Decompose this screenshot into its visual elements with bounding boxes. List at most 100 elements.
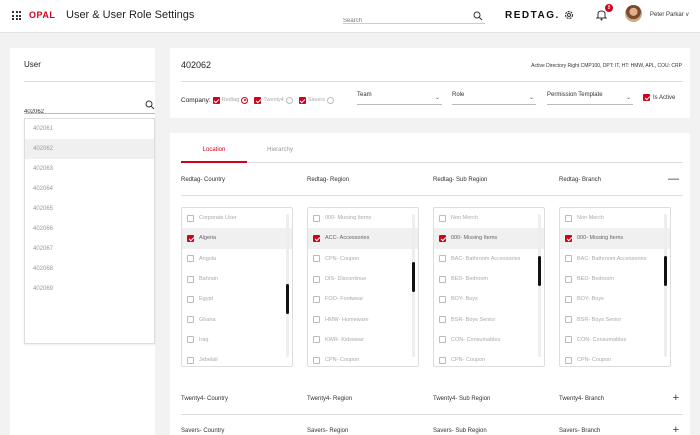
avatar[interactable]	[625, 5, 642, 22]
item-checkbox[interactable]	[439, 336, 446, 344]
permission-template-dropdown[interactable]: Permission Template ⌄	[547, 92, 633, 105]
company-default-radio[interactable]	[241, 96, 249, 104]
user-list-item[interactable]: 402064	[25, 179, 154, 199]
item-checkbox[interactable]	[439, 214, 446, 222]
selection-list-item[interactable]: Non Merch	[434, 208, 544, 228]
item-checkbox[interactable]	[439, 316, 446, 324]
item-checkbox[interactable]	[313, 316, 320, 324]
collapse-icon[interactable]: —	[668, 173, 679, 185]
item-checkbox[interactable]	[565, 295, 572, 303]
item-checkbox[interactable]	[187, 234, 194, 242]
company-checkbox[interactable]	[254, 96, 262, 104]
apps-grid-icon[interactable]	[12, 11, 21, 20]
item-checkbox[interactable]	[187, 295, 194, 303]
item-checkbox[interactable]	[187, 336, 194, 344]
selection-list-item[interactable]: 000- Missing Items	[560, 228, 670, 249]
selection-list-item[interactable]: Bahrain	[182, 269, 292, 289]
selection-list-item[interactable]: Non Merch	[560, 208, 670, 228]
selection-list-item[interactable]: BED- Bedroom	[434, 269, 544, 289]
expand-icon[interactable]: +	[673, 392, 679, 404]
item-checkbox[interactable]	[187, 255, 194, 263]
selection-list-item[interactable]: BOY- Boys	[434, 289, 544, 309]
selection-list-item[interactable]: Corporate User	[182, 208, 292, 228]
selection-list-item[interactable]: CON- Consumables	[434, 330, 544, 350]
selection-list-item[interactable]: CON- Consumables	[560, 330, 670, 350]
user-list-item[interactable]: 402062	[25, 139, 154, 159]
user-list-item[interactable]: 402067	[25, 239, 154, 259]
scrollbar[interactable]	[412, 214, 415, 357]
company-checkbox[interactable]	[212, 96, 220, 104]
item-checkbox[interactable]	[565, 214, 572, 222]
selection-list-item[interactable]: Egypt	[182, 289, 292, 309]
selection-list-item[interactable]: BED- Bedroom	[560, 269, 670, 289]
scrollbar-thumb[interactable]	[664, 256, 667, 286]
tab-location[interactable]: Location	[181, 147, 247, 153]
is-active-toggle[interactable]: Is Active	[643, 94, 675, 101]
user-list-item[interactable]: 402069	[25, 279, 154, 299]
selection-list-item[interactable]: DIS- Discontinue	[308, 269, 418, 289]
selection-list-item[interactable]: KWR- Kidswear	[308, 330, 418, 350]
user-list-item[interactable]: 402061	[25, 119, 154, 139]
scrollbar-thumb[interactable]	[538, 256, 541, 286]
item-checkbox[interactable]	[313, 275, 320, 283]
selection-list-item[interactable]: Ghana	[182, 309, 292, 329]
item-checkbox[interactable]	[439, 275, 446, 283]
item-checkbox[interactable]	[187, 356, 194, 364]
selection-list-item[interactable]: 000- Missing Items	[434, 228, 544, 249]
company-default-radio[interactable]	[326, 96, 334, 104]
item-checkbox[interactable]	[439, 234, 446, 242]
user-list-item[interactable]: 402068	[25, 259, 154, 279]
selection-list-item[interactable]: BSR- Boys Senior	[434, 309, 544, 329]
expand-icon[interactable]: +	[673, 424, 679, 435]
item-checkbox[interactable]	[313, 295, 320, 303]
selection-list-item[interactable]: FOO- Footwear	[308, 289, 418, 309]
selection-list-item[interactable]: CPN- Coupon	[560, 350, 670, 366]
role-dropdown[interactable]: Role ⌄	[452, 92, 536, 105]
selection-list-item[interactable]: CPN- Coupon	[434, 350, 544, 366]
scrollbar[interactable]	[664, 214, 667, 357]
selection-list-item[interactable]: BAC- Bathroom Accessories	[560, 249, 670, 269]
scrollbar[interactable]	[286, 214, 289, 357]
item-checkbox[interactable]	[565, 356, 572, 364]
item-checkbox[interactable]	[187, 316, 194, 324]
item-checkbox[interactable]	[439, 356, 446, 364]
tab-hierarchy[interactable]: Hierarchy	[247, 147, 313, 153]
scrollbar-thumb[interactable]	[412, 262, 415, 292]
item-checkbox[interactable]	[565, 336, 572, 344]
item-checkbox[interactable]	[187, 214, 194, 222]
item-checkbox[interactable]	[565, 275, 572, 283]
item-checkbox[interactable]	[313, 356, 320, 364]
item-checkbox[interactable]	[313, 255, 320, 263]
selection-list-item[interactable]: CPN- Coupon	[308, 249, 418, 269]
item-checkbox[interactable]	[439, 295, 446, 303]
item-checkbox[interactable]	[565, 316, 572, 324]
selection-list-item[interactable]: Jebelali	[182, 350, 292, 366]
user-list-item[interactable]: 402066	[25, 219, 154, 239]
search-icon[interactable]	[145, 100, 155, 110]
scrollbar-thumb[interactable]	[286, 284, 289, 314]
company-default-radio[interactable]	[285, 96, 293, 104]
selection-list-item[interactable]: HMW- Homeware	[308, 309, 418, 329]
user-list-item[interactable]: 402063	[25, 159, 154, 179]
company-checkbox[interactable]	[298, 96, 306, 104]
user-search-input[interactable]	[24, 109, 134, 115]
item-checkbox[interactable]	[565, 255, 572, 263]
item-checkbox[interactable]	[187, 275, 194, 283]
gear-icon[interactable]	[563, 9, 575, 21]
user-menu[interactable]: Peter Parkar v	[648, 12, 689, 18]
selection-list-item[interactable]: BAC- Bathroom Accessories	[434, 249, 544, 269]
selection-list-item[interactable]: CPN- Coupon	[308, 350, 418, 366]
app-logo[interactable]: OPAL	[29, 10, 55, 20]
selection-list-item[interactable]: BSR- Boys Senior	[560, 309, 670, 329]
selection-list-item[interactable]: ACC- Accessories	[308, 228, 418, 249]
scrollbar[interactable]	[538, 214, 541, 357]
item-checkbox[interactable]	[313, 234, 320, 242]
user-list-item[interactable]: 402065	[25, 199, 154, 219]
item-checkbox[interactable]	[313, 214, 320, 222]
selection-list-item[interactable]: Iraq	[182, 330, 292, 350]
item-checkbox[interactable]	[313, 336, 320, 344]
is-active-checkbox[interactable]	[643, 94, 650, 101]
selection-list-item[interactable]: BOY- Boys	[560, 289, 670, 309]
item-checkbox[interactable]	[565, 234, 572, 242]
search-icon[interactable]	[473, 11, 483, 21]
